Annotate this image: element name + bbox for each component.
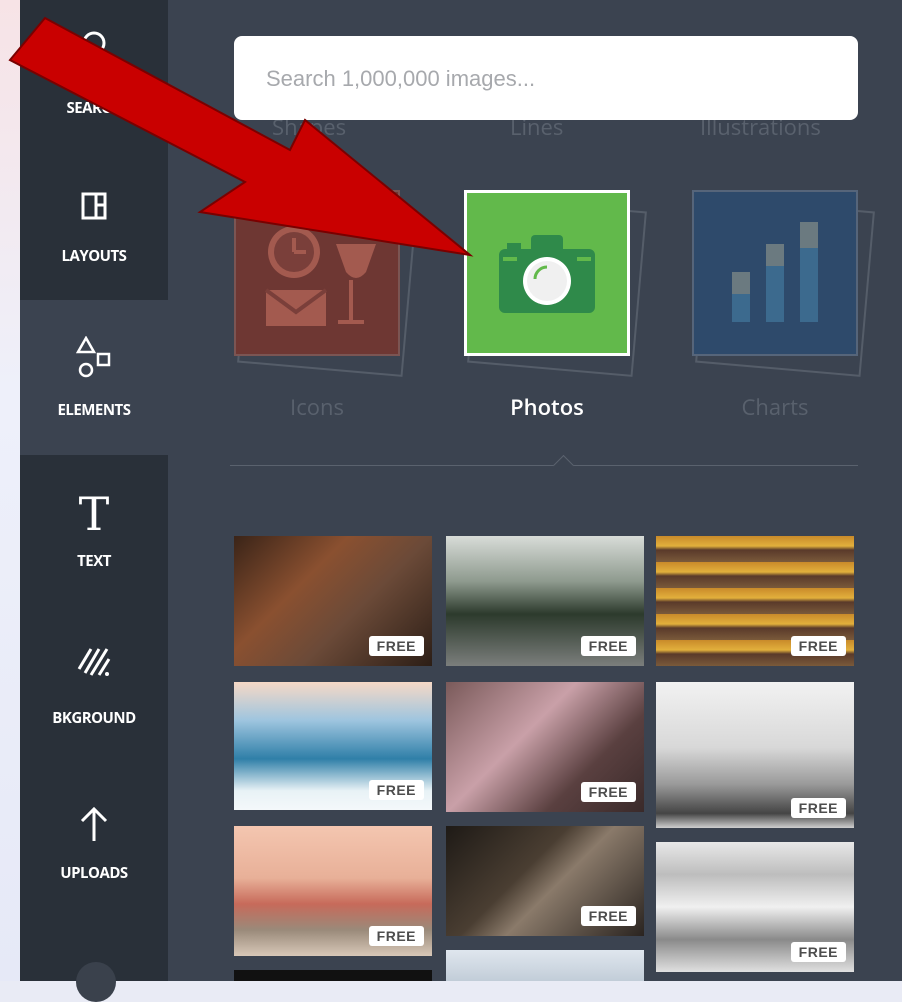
category-charts[interactable] bbox=[692, 190, 858, 356]
page-background bbox=[0, 0, 20, 981]
camera-icon bbox=[499, 235, 595, 313]
free-badge: FREE bbox=[790, 798, 846, 818]
sidebar-item-label: BKGROUND bbox=[52, 708, 136, 728]
category-label-charts[interactable]: Charts bbox=[675, 392, 875, 422]
icons-category-icon bbox=[264, 226, 376, 326]
free-badge: FREE bbox=[580, 636, 636, 656]
free-badge: FREE bbox=[580, 782, 636, 802]
sidebar-item-uploads[interactable]: UPLOADS bbox=[20, 755, 168, 905]
sidebar-item-text[interactable]: T TEXT bbox=[20, 455, 168, 605]
sidebar-item-background[interactable]: BKGROUND bbox=[20, 605, 168, 755]
search-icon bbox=[20, 30, 168, 69]
layouts-icon bbox=[20, 192, 168, 225]
photo-thumbnail[interactable]: FREE bbox=[234, 536, 432, 666]
free-badge: FREE bbox=[368, 636, 424, 656]
photo-thumbnail[interactable]: FREE bbox=[446, 682, 644, 812]
sidebar: SEARCH LAYOUTS ELEMENTS T TEXT BKGROUND … bbox=[20, 0, 168, 1002]
elements-icon bbox=[20, 335, 168, 385]
photo-thumbnail[interactable]: FREE bbox=[446, 536, 644, 666]
sidebar-item-search[interactable]: SEARCH bbox=[20, 0, 168, 150]
text-icon: T bbox=[78, 487, 110, 541]
free-badge: FREE bbox=[368, 926, 424, 946]
sidebar-item-label: UPLOADS bbox=[60, 863, 128, 883]
upload-arrow-icon bbox=[20, 805, 168, 848]
search-input[interactable] bbox=[264, 36, 848, 122]
category-icons[interactable] bbox=[234, 190, 400, 356]
sidebar-item-label: TEXT bbox=[77, 551, 111, 571]
category-photos[interactable] bbox=[464, 190, 630, 356]
free-badge: FREE bbox=[580, 906, 636, 926]
free-badge: FREE bbox=[368, 780, 424, 800]
photo-thumbnail[interactable]: FREE bbox=[656, 536, 854, 666]
background-icon bbox=[20, 647, 168, 682]
free-badge: FREE bbox=[790, 942, 846, 962]
sidebar-item-label: LAYOUTS bbox=[61, 246, 127, 266]
sidebar-item-label: SEARCH bbox=[66, 98, 122, 118]
divider bbox=[230, 465, 858, 466]
more-button[interactable] bbox=[76, 962, 116, 1002]
sidebar-item-label: ELEMENTS bbox=[57, 400, 131, 420]
photo-thumbnail[interactable]: FREE bbox=[234, 682, 432, 810]
category-label-icons[interactable]: Icons bbox=[217, 392, 417, 422]
sidebar-item-elements[interactable]: ELEMENTS bbox=[20, 300, 168, 455]
photo-thumbnail[interactable]: FREE bbox=[656, 682, 854, 828]
photo-thumbnail-partial[interactable] bbox=[446, 950, 644, 981]
free-badge: FREE bbox=[790, 636, 846, 656]
bar-chart-icon bbox=[732, 222, 818, 322]
search-bar[interactable] bbox=[234, 36, 858, 122]
category-label-photos[interactable]: Photos bbox=[447, 392, 647, 422]
photo-thumbnail-partial[interactable] bbox=[234, 970, 432, 981]
photo-thumbnail[interactable]: FREE bbox=[234, 826, 432, 956]
photo-thumbnail[interactable]: FREE bbox=[656, 842, 854, 972]
photo-thumbnail[interactable]: FREE bbox=[446, 826, 644, 936]
sidebar-item-layouts[interactable]: LAYOUTS bbox=[20, 150, 168, 300]
